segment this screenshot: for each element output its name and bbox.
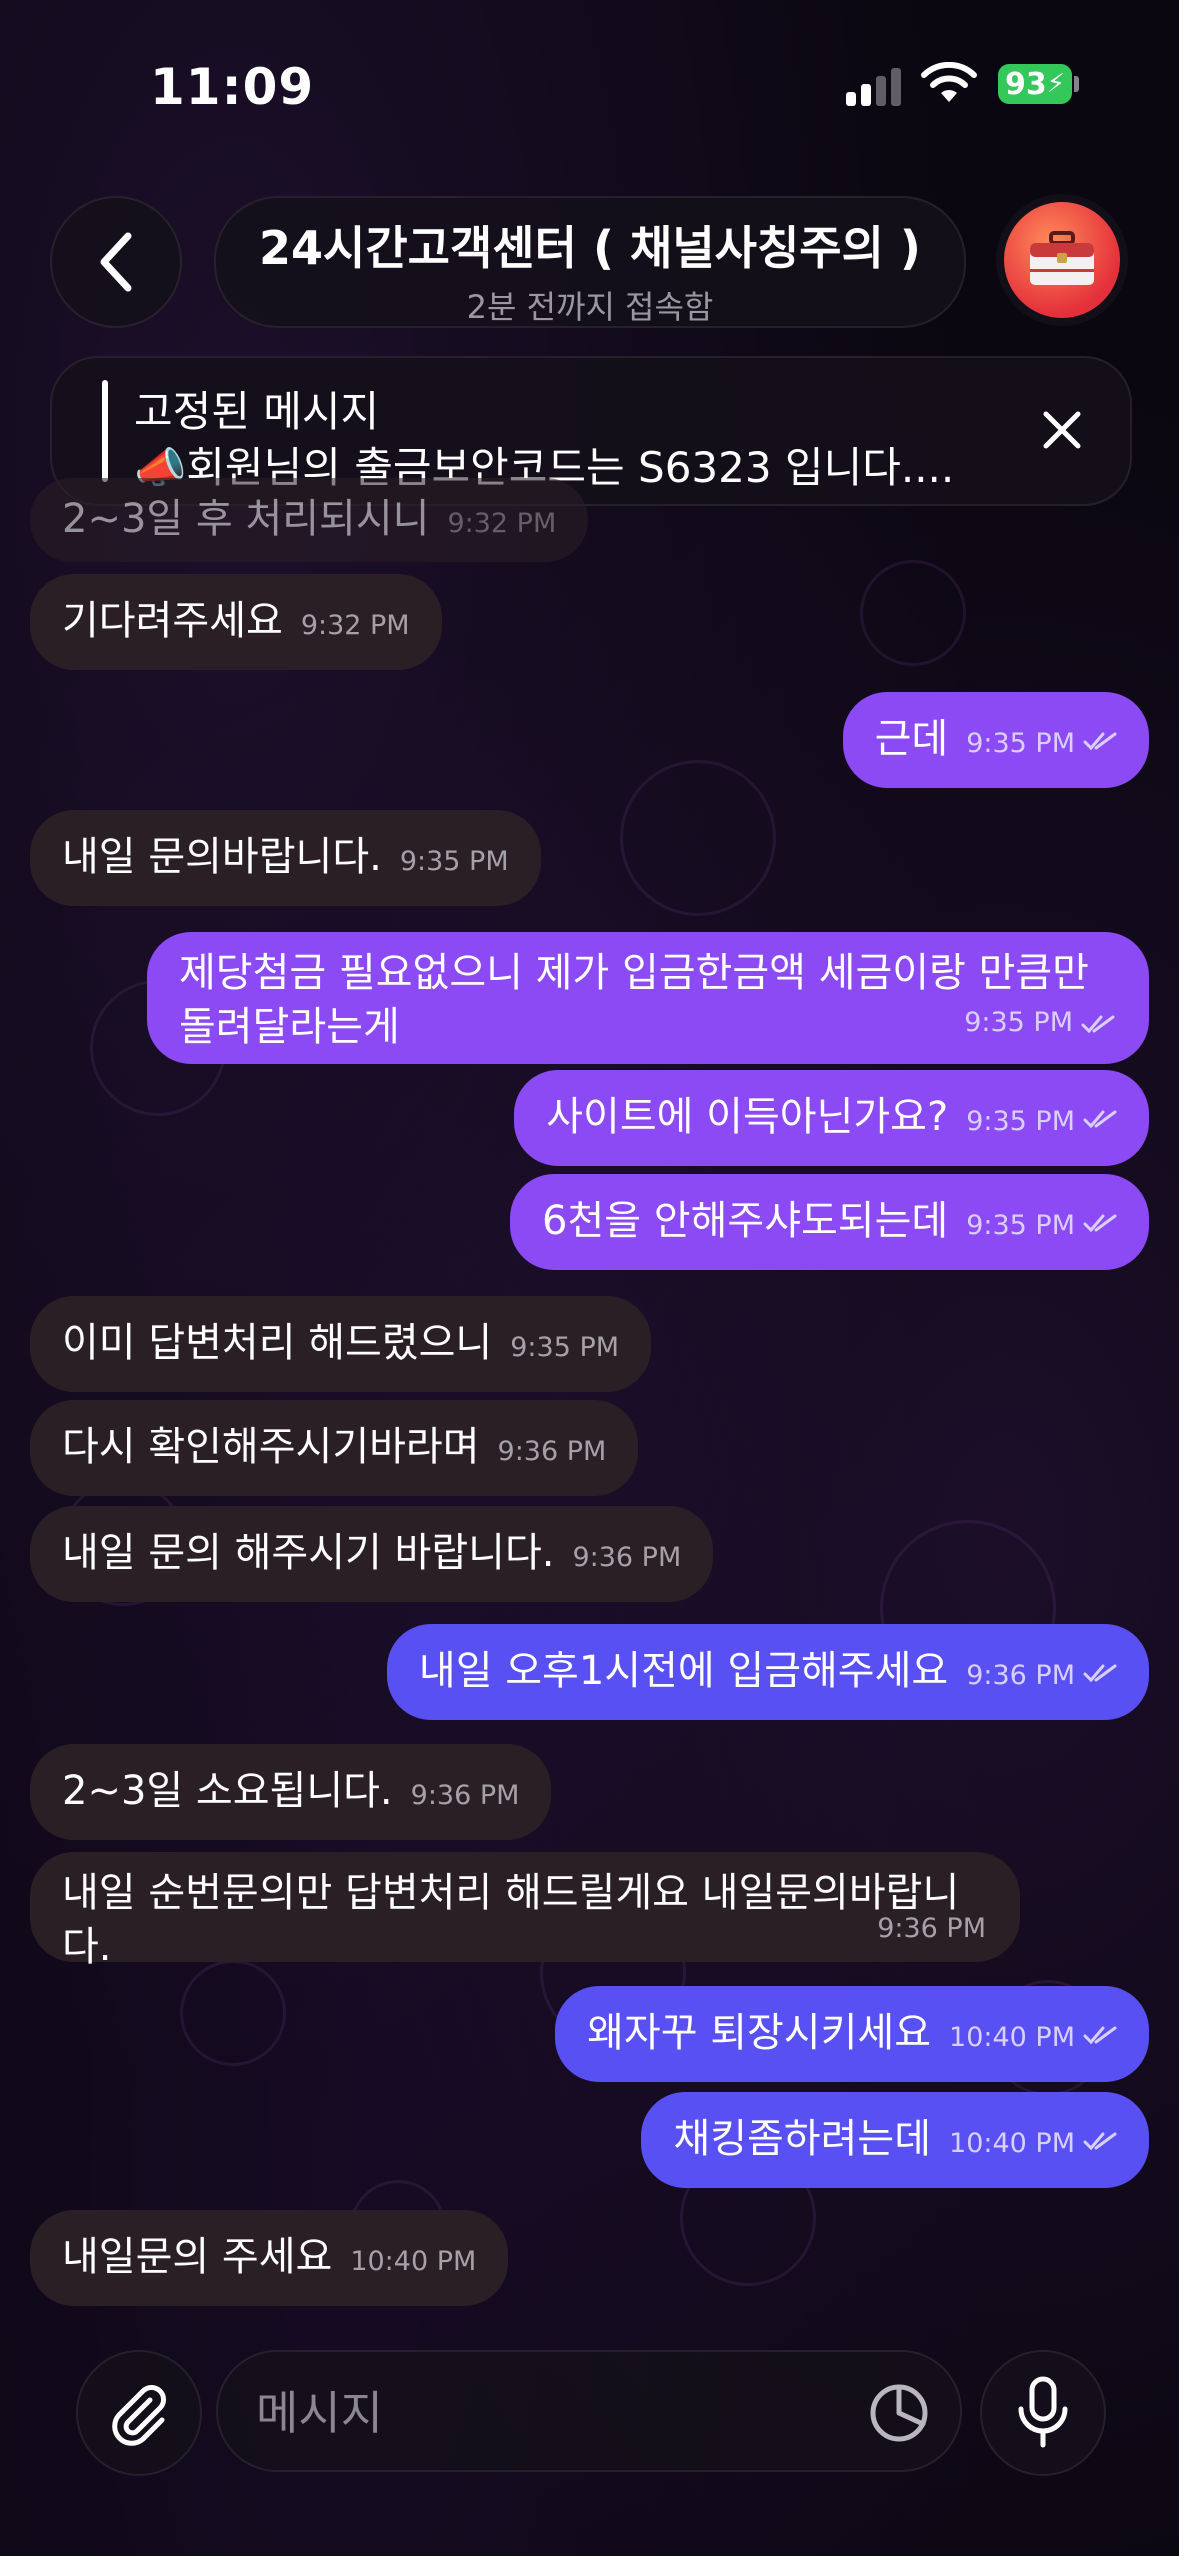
message-time: 9:35 PM bbox=[966, 728, 1075, 759]
message-time: 9:35 PM bbox=[964, 996, 1115, 1050]
double-check-icon bbox=[1083, 1110, 1117, 1129]
message-bubble[interactable]: 6천을 안해주샤도되는데 9:35 PM bbox=[510, 1174, 1149, 1270]
pinned-title: 고정된 메시지 bbox=[134, 387, 380, 436]
close-pinned-button[interactable] bbox=[1026, 394, 1098, 466]
message-bubble[interactable]: 이미 답변처리 해드렸으니 9:35 PM bbox=[30, 1296, 652, 1392]
message-text: 사이트에 이득아닌가요? bbox=[546, 1094, 949, 1140]
message-time: 9:35 PM bbox=[510, 1332, 620, 1363]
status-time: 11:09 bbox=[150, 58, 315, 116]
message-bubble[interactable]: 근데 9:35 PM bbox=[842, 692, 1149, 788]
message-text: 근데 bbox=[874, 716, 949, 762]
cellular-signal-icon bbox=[846, 66, 906, 106]
wifi-icon bbox=[921, 62, 977, 102]
sticker-icon[interactable] bbox=[868, 2382, 930, 2444]
double-check-icon bbox=[1083, 2132, 1117, 2151]
double-check-icon bbox=[1083, 2026, 1117, 2045]
message-text: 기다려주세요 bbox=[62, 598, 283, 644]
chat-title-pill[interactable]: 24시간고객센터 ( 채널사칭주의 ) 2분 전까지 접속함 bbox=[214, 196, 966, 328]
double-check-icon bbox=[1081, 1015, 1115, 1033]
attach-button[interactable] bbox=[76, 2350, 202, 2476]
message-text: 이미 답변처리 해드렸으니 bbox=[62, 1320, 493, 1366]
double-check-icon bbox=[1083, 1664, 1117, 1683]
message-text: 왜자꾸 퇴장시키세요 bbox=[587, 2010, 932, 2056]
message-time: 10:40 PM bbox=[949, 2022, 1075, 2053]
paperclip-icon bbox=[112, 2385, 166, 2446]
message-text: 채킹좀하려는데 bbox=[673, 2116, 932, 2162]
chat-title: 24시간고객센터 ( 채널사칭주의 ) bbox=[259, 221, 921, 275]
message-time: 10:40 PM bbox=[350, 2246, 477, 2277]
back-button[interactable] bbox=[50, 196, 182, 328]
battery-indicator: 93 ⚡ bbox=[998, 64, 1072, 104]
message-bubble[interactable]: 내일 문의 해주시기 바랍니다. 9:36 PM bbox=[30, 1506, 714, 1602]
message-text: 내일 오후1시전에 입금해주세요 bbox=[418, 1648, 949, 1694]
message-bubble[interactable]: 내일문의 주세요 10:40 PM bbox=[30, 2210, 509, 2306]
message-time: 9:36 PM bbox=[877, 1913, 986, 1944]
battery-tip bbox=[1074, 76, 1079, 92]
message-text: 2~3일 후 처리되시니 bbox=[62, 496, 430, 542]
message-time: 10:40 PM bbox=[949, 2128, 1075, 2159]
message-text: 내일 문의 해주시기 바랍니다. bbox=[62, 1530, 555, 1576]
last-seen-status: 2분 전까지 접속함 bbox=[466, 288, 714, 326]
message-time: 9:32 PM bbox=[300, 610, 410, 641]
microphone-icon bbox=[1018, 2376, 1068, 2448]
message-text: 내일문의 주세요 bbox=[62, 2234, 333, 2280]
message-time: 9:36 PM bbox=[966, 1660, 1075, 1691]
pinned-indicator-bar bbox=[102, 380, 108, 482]
message-time: 9:35 PM bbox=[399, 846, 509, 877]
chevron-left-icon bbox=[100, 232, 132, 292]
message-bubble[interactable]: 다시 확인해주시기바라며 9:36 PM bbox=[30, 1400, 639, 1496]
message-text: 다시 확인해주시기바라며 bbox=[62, 1424, 480, 1470]
message-input-wrapper[interactable] bbox=[216, 2350, 962, 2472]
double-check-icon bbox=[1083, 732, 1117, 751]
message-bubble[interactable]: 채킹좀하려는데 10:40 PM bbox=[641, 2092, 1149, 2188]
message-time: 9:32 PM bbox=[447, 508, 557, 539]
message-time: 9:36 PM bbox=[410, 1780, 520, 1811]
message-bubble[interactable]: 기다려주세요 9:32 PM bbox=[30, 574, 442, 670]
avatar bbox=[1004, 202, 1120, 318]
close-icon bbox=[1043, 411, 1081, 449]
message-time: 9:35 PM bbox=[966, 1210, 1075, 1241]
voice-message-button[interactable] bbox=[980, 2350, 1106, 2476]
message-bubble[interactable]: 2~3일 후 처리되시니 9:32 PM bbox=[30, 478, 589, 562]
message-bubble[interactable]: 사이트에 이득아닌가요? 9:35 PM bbox=[514, 1070, 1149, 1166]
message-time: 9:36 PM bbox=[497, 1436, 607, 1467]
message-bubble[interactable]: 제당첨금 필요없으니 제가 입금한금액 세금이랑 만큼만 돌려달라는게 9:35 … bbox=[147, 932, 1149, 1064]
message-text: 2~3일 소요됩니다. bbox=[62, 1768, 393, 1814]
message-bubble[interactable]: 내일 순번문의만 답변처리 해드릴게요 내일문의바랍니다. 9:36 PM bbox=[30, 1852, 1020, 1970]
message-text: 6천을 안해주샤도되는데 bbox=[542, 1198, 949, 1244]
message-time: 9:36 PM bbox=[572, 1542, 682, 1573]
message-text: 내일 순번문의만 답변처리 해드릴게요 내일문의바랍니다. bbox=[62, 1870, 960, 1970]
profile-avatar-button[interactable] bbox=[996, 194, 1128, 326]
message-bubble[interactable]: 왜자꾸 퇴장시키세요 10:40 PM bbox=[555, 1986, 1149, 2082]
message-bubble[interactable]: 2~3일 소요됩니다. 9:36 PM bbox=[30, 1744, 552, 1840]
toolbox-icon bbox=[1030, 231, 1094, 285]
message-input[interactable] bbox=[254, 2380, 858, 2446]
message-time: 9:35 PM bbox=[966, 1106, 1075, 1137]
message-text: 내일 문의바랍니다. bbox=[62, 834, 382, 880]
message-bubble[interactable]: 내일 오후1시전에 입금해주세요 9:36 PM bbox=[386, 1624, 1149, 1720]
message-bubble[interactable]: 내일 문의바랍니다. 9:35 PM bbox=[30, 810, 541, 906]
double-check-icon bbox=[1083, 1214, 1117, 1233]
